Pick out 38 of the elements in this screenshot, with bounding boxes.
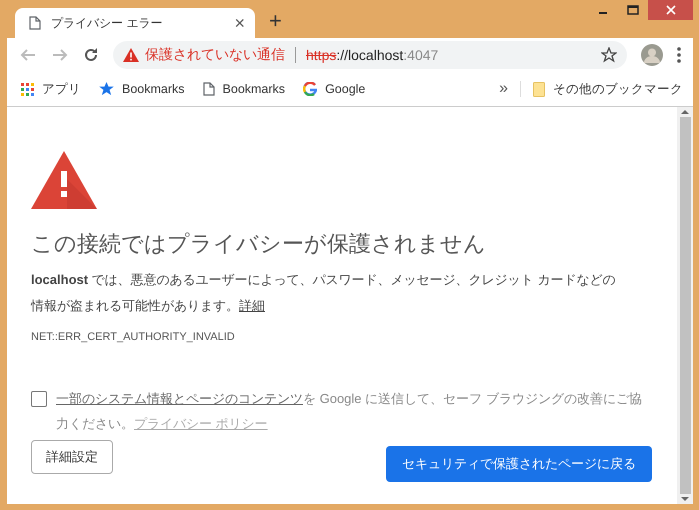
bookmark-item[interactable]: Google: [303, 82, 366, 96]
page-icon: [202, 82, 215, 96]
description-text: localhost では、悪意のあるユーザーによって、パスワード、メッセージ、クレジット カードなどの情報が盗まれる可能性があります。詳細: [31, 271, 616, 315]
bookmark-item[interactable]: アプリ: [21, 80, 81, 98]
bookmark-item[interactable]: Bookmarks: [202, 82, 286, 96]
details-link[interactable]: 詳細: [239, 298, 265, 313]
star-icon[interactable]: [601, 47, 617, 63]
other-bookmarks-folder[interactable]: その他のブックマーク: [533, 80, 683, 98]
g-logo-icon: [303, 82, 318, 96]
consent-text: 一部のシステム情報とページのコンテンツ を Google に送信して、セーフ ブラウジングの改善にご協力ください。プライバシー ポリシー: [56, 390, 643, 433]
maximize-icon[interactable]: [627, 5, 639, 15]
warning-icon: [31, 151, 97, 209]
security-label: 保護されていない通信: [145, 46, 285, 64]
reload-icon[interactable]: [83, 47, 99, 63]
scrollbar-thumb[interactable]: [680, 117, 690, 494]
avatar-icon[interactable]: [641, 44, 663, 66]
back-to-safety-button[interactable]: セキュリティで保護されたページに戻る: [386, 446, 652, 482]
checkbox[interactable]: [31, 391, 47, 407]
warning-icon: [123, 48, 139, 62]
new-tab-button[interactable]: +: [269, 8, 282, 34]
tab-title: プライバシー エラー: [51, 14, 164, 32]
address-bar[interactable]: 保護されていない通信 https://localhost:4047: [113, 41, 627, 69]
folder-icon: [533, 82, 545, 96]
menu-icon[interactable]: [677, 47, 681, 63]
close-button[interactable]: [648, 0, 693, 20]
page-heading: この接続ではプライバシーが保護されません: [31, 230, 487, 258]
url-text: https://localhost:4047: [306, 47, 438, 63]
page-icon: [29, 16, 41, 30]
bookmark-item[interactable]: Bookmarks: [99, 82, 185, 96]
advanced-button[interactable]: 詳細設定: [31, 440, 113, 474]
close-tab-button[interactable]: ×: [234, 12, 245, 34]
apps-grid-icon: [21, 82, 34, 96]
browser-tab[interactable]: プライバシー エラー ×: [15, 8, 255, 38]
more-bookmarks-button[interactable]: »: [499, 80, 508, 98]
error-code: NET::ERR_CERT_AUTHORITY_INVALID: [31, 331, 236, 343]
star-icon: [99, 82, 114, 96]
system-info-link[interactable]: 一部のシステム情報とページのコンテンツ: [56, 391, 303, 406]
close-icon: [666, 5, 676, 15]
